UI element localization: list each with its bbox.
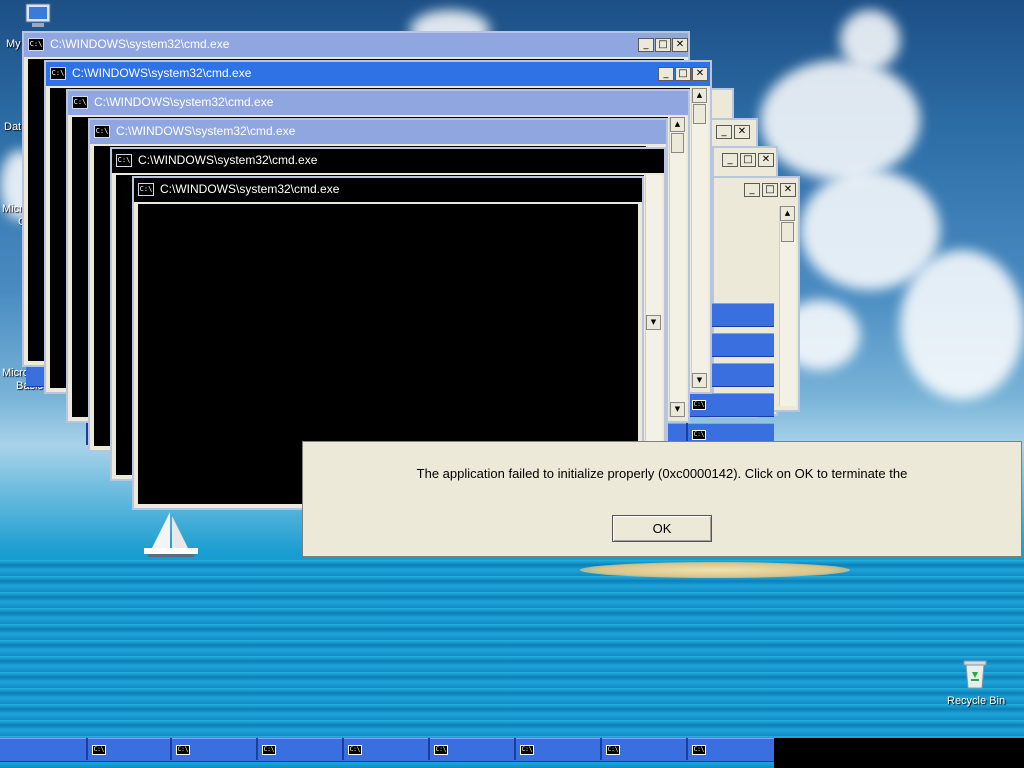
recycle-bin-icon <box>963 660 987 689</box>
band-separator <box>686 738 688 760</box>
island <box>580 562 850 578</box>
title-bar[interactable]: C:\ C:\WINDOWS\system32\cmd.exe _ □ ✕ <box>24 33 688 57</box>
scroll-down-arrow[interactable]: ▼ <box>670 402 685 417</box>
window-title: C:\WINDOWS\system32\cmd.exe <box>116 124 296 138</box>
scroll-thumb[interactable] <box>671 133 684 153</box>
cmd-taskbar-button-icon[interactable]: C:\ <box>348 745 362 755</box>
cmd-icon: C:\ <box>72 96 88 109</box>
vertical-scrollbar[interactable]: ▲ <box>779 206 796 406</box>
minimize-button[interactable]: _ <box>716 125 732 139</box>
maximize-button[interactable]: □ <box>740 153 756 167</box>
close-button[interactable]: ✕ <box>758 153 774 167</box>
error-message: The application failed to initialize pro… <box>416 466 908 481</box>
cmd-taskbar-button-icon[interactable]: C:\ <box>520 745 534 755</box>
title-bar[interactable]: C:\ C:\WINDOWS\system32\cmd.exe <box>68 91 688 115</box>
scroll-thumb[interactable] <box>693 104 706 124</box>
band-separator <box>514 738 516 760</box>
scroll-down-arrow[interactable]: ▼ <box>646 315 661 330</box>
cmd-taskbar-button-icon[interactable]: C:\ <box>262 745 276 755</box>
ok-button[interactable]: OK <box>612 515 712 542</box>
vertical-scrollbar[interactable]: ▲ ▼ <box>691 88 708 388</box>
sailboat-image <box>144 512 198 557</box>
cmd-taskbar-button-icon[interactable]: C:\ <box>92 745 106 755</box>
scroll-down-arrow[interactable]: ▼ <box>692 373 707 388</box>
recycle-bin-label: Recycle Bin <box>947 695 1006 707</box>
sea <box>0 560 1024 768</box>
window-title: C:\WINDOWS\system32\cmd.exe <box>50 37 230 51</box>
error-dialog[interactable]: The application failed to initialize pro… <box>302 441 1022 557</box>
title-bar[interactable]: C:\ C:\WINDOWS\system32\cmd.exe <box>134 178 642 202</box>
cmd-button-band <box>0 738 774 762</box>
band-separator <box>256 738 258 760</box>
screen-artifact-strip <box>774 738 1024 768</box>
title-bar[interactable]: C:\ C:\WINDOWS\system32\cmd.exe <box>112 149 664 173</box>
cmd-icon: C:\ <box>28 38 44 51</box>
title-bar[interactable]: C:\ C:\WINDOWS\system32\cmd.exe _ □ ✕ <box>46 62 710 86</box>
cmd-taskbar-button-icon[interactable]: C:\ <box>692 745 706 755</box>
maximize-button[interactable]: □ <box>762 183 778 197</box>
cmd-icon: C:\ <box>50 67 66 80</box>
vertical-scrollbar[interactable]: ▲ ▼ <box>669 117 686 417</box>
desktop-icon-label: Dat <box>4 121 22 133</box>
window-title: C:\WINDOWS\system32\cmd.exe <box>160 182 340 196</box>
window-title: C:\WINDOWS\system32\cmd.exe <box>94 95 274 109</box>
vertical-scrollbar[interactable]: ▼ <box>645 175 662 475</box>
minimize-button[interactable]: _ <box>638 38 654 52</box>
window-title: C:\WINDOWS\system32\cmd.exe <box>72 66 252 80</box>
close-button[interactable]: ✕ <box>692 67 708 81</box>
cmd-taskbar-button-icon[interactable]: C:\ <box>434 745 448 755</box>
close-button[interactable]: ✕ <box>672 38 688 52</box>
band-separator <box>342 738 344 760</box>
band-separator <box>600 738 602 760</box>
cmd-taskbar-button-icon[interactable]: C:\ <box>606 745 620 755</box>
band-separator <box>428 738 430 760</box>
close-button[interactable]: ✕ <box>780 183 796 197</box>
scroll-up-arrow[interactable]: ▲ <box>670 117 685 132</box>
maximize-button[interactable]: □ <box>675 67 691 81</box>
cmd-taskbar-button-icon[interactable]: C:\ <box>692 430 706 440</box>
minimize-button[interactable]: _ <box>658 67 674 81</box>
minimize-button[interactable]: _ <box>722 153 738 167</box>
scroll-up-arrow[interactable]: ▲ <box>780 206 795 221</box>
band-separator <box>170 738 172 760</box>
cmd-icon: C:\ <box>94 125 110 138</box>
scroll-thumb[interactable] <box>781 222 794 242</box>
minimize-button[interactable]: _ <box>744 183 760 197</box>
desktop-icon-label: My <box>6 38 21 50</box>
band-separator <box>86 738 88 760</box>
cmd-icon: C:\ <box>116 154 132 167</box>
close-button[interactable]: ✕ <box>734 125 750 139</box>
title-bar[interactable]: C:\ C:\WINDOWS\system32\cmd.exe <box>90 120 666 144</box>
my-computer-icon <box>25 3 51 27</box>
maximize-button[interactable]: □ <box>655 38 671 52</box>
scroll-up-arrow[interactable]: ▲ <box>692 88 707 103</box>
cmd-taskbar-button-icon[interactable]: C:\ <box>176 745 190 755</box>
cmd-icon: C:\ <box>138 183 154 196</box>
cmd-taskbar-button-icon[interactable]: C:\ <box>692 400 706 410</box>
window-title: C:\WINDOWS\system32\cmd.exe <box>138 153 318 167</box>
